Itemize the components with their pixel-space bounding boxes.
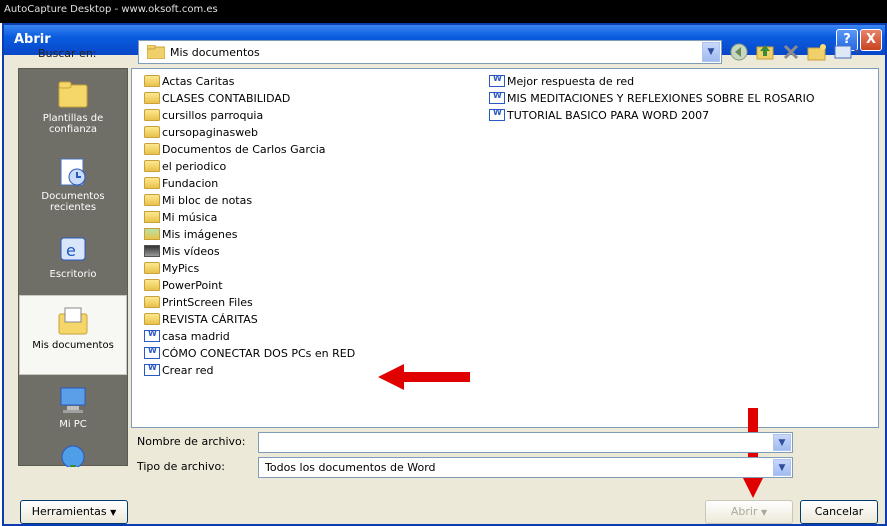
folder-icon [144, 194, 160, 206]
word-document-icon [489, 108, 505, 121]
red-arrow-down-icon [738, 408, 768, 498]
list-item[interactable]: cursillos parroquia [144, 109, 263, 125]
list-item[interactable]: MIS MEDITACIONES Y REFLEXIONES SOBRE EL … [489, 91, 815, 108]
dialog-title: Abrir [14, 32, 51, 47]
place-network[interactable] [19, 437, 127, 467]
views-icon[interactable] [832, 41, 864, 63]
folder-icon [144, 75, 160, 87]
lookin-value: Mis documentos [170, 46, 260, 59]
music-folder-icon [144, 211, 160, 223]
open-button[interactable]: Abrir ▼ [705, 500, 793, 524]
filename-input[interactable]: ▼ [258, 432, 793, 453]
svg-text:e: e [66, 241, 76, 260]
list-item[interactable]: Crear red [144, 363, 214, 380]
my-computer-icon [60, 387, 86, 413]
chevron-down-icon: ▼ [110, 508, 117, 517]
new-folder-icon[interactable] [806, 41, 828, 63]
folder-icon [144, 279, 160, 291]
folder-icon [147, 45, 165, 59]
folder-icon [144, 160, 160, 172]
file-list[interactable]: Actas Caritas CLASES CONTABILIDAD cursil… [131, 68, 879, 428]
list-item[interactable]: CÓMO CONECTAR DOS PCs en RED [144, 346, 355, 363]
folder-icon [144, 177, 160, 189]
list-item[interactable]: Mis imágenes [144, 228, 238, 244]
list-item[interactable]: TUTORIAL BASICO PARA WORD 2007 [489, 108, 709, 125]
folder-icon [144, 109, 160, 121]
filename-dropdown-arrow[interactable]: ▼ [773, 434, 791, 451]
list-item[interactable]: casa madrid [144, 329, 230, 346]
folder-icon [144, 92, 160, 104]
folder-icon [144, 143, 160, 155]
place-trusted-templates[interactable]: Plantillas de confianza [19, 69, 127, 147]
desktop-icon: e [60, 237, 86, 261]
list-item[interactable]: REVISTA CÁRITAS [144, 313, 258, 329]
folder-icon [144, 126, 160, 138]
filename-label: Nombre de archivo: [137, 435, 246, 448]
list-item[interactable]: PrintScreen Files [144, 296, 253, 312]
word-document-icon [489, 91, 505, 104]
capture-banner: AutoCapture Desktop - www.oksoft.com.es [0, 0, 887, 23]
list-item[interactable]: MyPics [144, 262, 199, 278]
list-item[interactable]: Mi bloc de notas [144, 194, 252, 210]
filetype-dropdown-arrow[interactable]: ▼ [773, 459, 791, 476]
filetype-select[interactable]: Todos los documentos de Word ▼ [258, 457, 793, 478]
list-item[interactable]: Fundacion [144, 177, 218, 193]
tools-button[interactable]: Herramientas ▼ [20, 500, 128, 524]
list-item[interactable]: Mejor respuesta de red [489, 74, 634, 91]
back-icon[interactable] [728, 41, 750, 63]
list-item[interactable]: Documentos de Carlos Garcia [144, 143, 326, 159]
folder-icon [144, 296, 160, 308]
word-document-icon [489, 74, 505, 87]
place-my-documents[interactable]: Mis documentos [19, 295, 127, 375]
list-item[interactable]: Mi música [144, 211, 217, 227]
place-recent-documents[interactable]: Documentos recientes [19, 147, 127, 225]
lookin-combobox[interactable]: Mis documentos ▼ [138, 40, 722, 64]
list-item[interactable]: cursopaginasweb [144, 126, 258, 142]
up-folder-icon[interactable] [754, 41, 776, 63]
folder-icon [144, 262, 160, 274]
filetype-label: Tipo de archivo: [137, 460, 225, 473]
chevron-down-icon: ▼ [760, 508, 768, 517]
list-item[interactable]: Actas Caritas [144, 75, 234, 91]
word-document-icon [144, 363, 160, 376]
place-desktop[interactable]: e Escritorio [19, 225, 127, 303]
places-bar: Plantillas de confianza Documentos recie… [18, 68, 128, 467]
red-arrow-left-icon [378, 364, 470, 390]
delete-icon[interactable] [780, 41, 802, 63]
word-document-icon [144, 346, 160, 359]
cancel-button[interactable]: Cancelar [800, 500, 878, 524]
recent-documents-icon [60, 158, 86, 186]
pictures-folder-icon [144, 228, 160, 240]
my-documents-icon [58, 307, 88, 335]
network-places-icon [61, 445, 85, 467]
list-item[interactable]: Mis vídeos [144, 245, 220, 261]
list-item[interactable]: PowerPoint [144, 279, 223, 295]
lookin-dropdown-arrow[interactable]: ▼ [702, 42, 720, 62]
word-document-icon [144, 329, 160, 342]
folder-icon [144, 313, 160, 325]
video-folder-icon [144, 245, 160, 257]
list-item[interactable]: CLASES CONTABILIDAD [144, 92, 290, 108]
lookin-label: Buscar en: [38, 47, 97, 60]
list-item[interactable]: el periodico [144, 160, 226, 176]
trusted-templates-icon [58, 81, 88, 108]
